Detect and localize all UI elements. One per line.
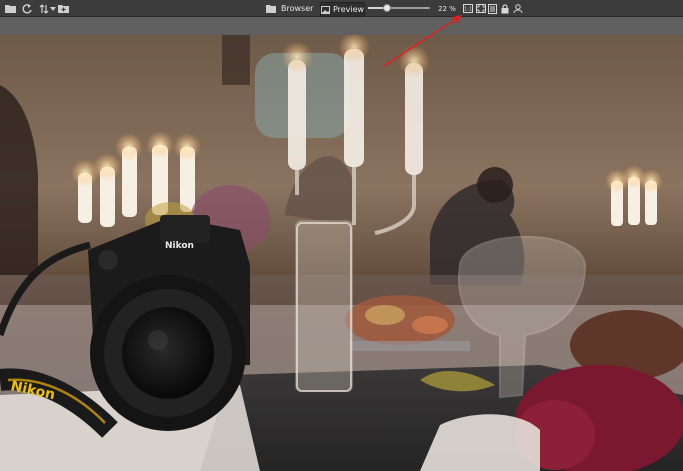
folder-icon[interactable] [3,0,17,17]
zoom-slider[interactable] [368,4,430,12]
zoom-slider-handle[interactable] [383,4,391,12]
compare-icon[interactable] [487,0,498,17]
browser-button[interactable]: Browser [263,0,327,17]
lock-icon[interactable] [499,0,510,17]
top-toolbar: Browser Preview 22 % 1:1 [0,0,683,17]
one-to-one-icon[interactable]: 1:1 [462,0,473,17]
zoom-label: 22 % [438,4,456,13]
browser-folder-icon [266,4,276,13]
svg-text:Nikon: Nikon [165,241,194,251]
preview-button[interactable]: Preview [320,2,365,17]
sort-icon[interactable] [38,0,49,17]
browser-label: Browser [281,4,314,13]
user-settings-icon[interactable] [512,0,524,17]
photo-preview[interactable]: Nikon Nikon [0,35,683,471]
preview-label: Preview [332,5,365,14]
viewer-header-bar [0,17,683,35]
folder-add-icon[interactable] [57,0,70,17]
refresh-icon[interactable] [20,0,34,17]
svg-text:1:1: 1:1 [463,7,471,13]
fit-screen-icon[interactable] [475,0,486,17]
preview-image-icon [320,5,330,14]
dropdown-icon[interactable] [49,0,56,17]
zoom-percentage[interactable]: 22 % [436,0,458,17]
